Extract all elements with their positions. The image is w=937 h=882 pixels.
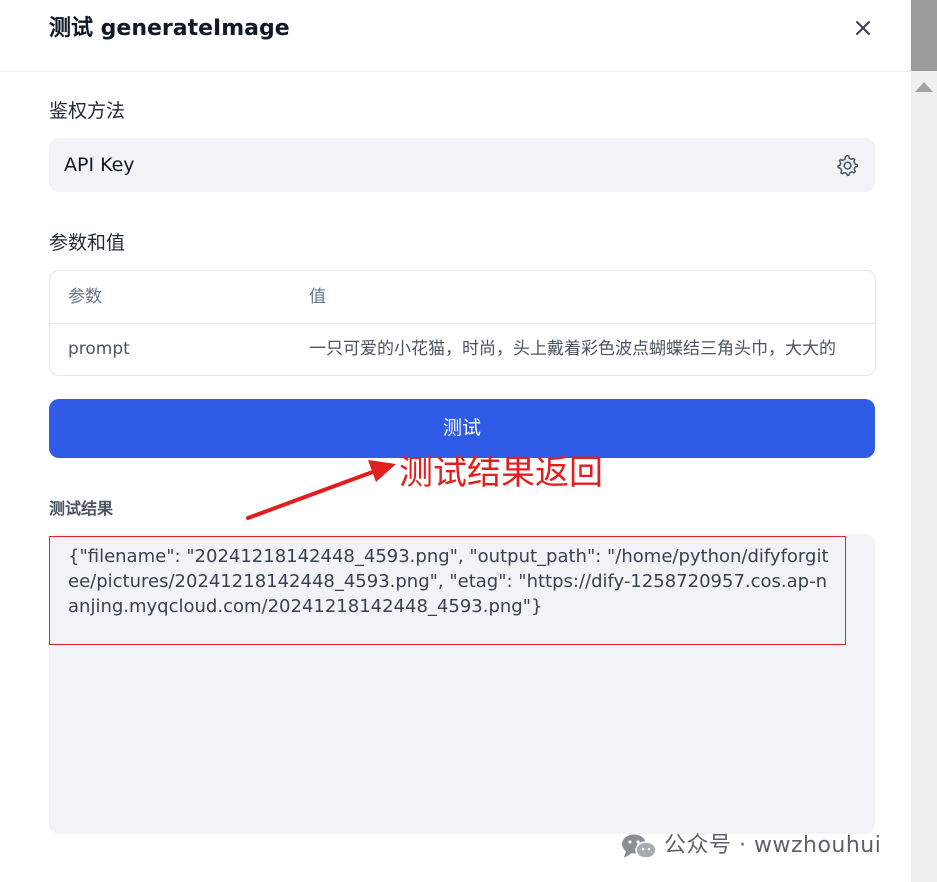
auth-method-value: API Key: [64, 154, 135, 176]
table-row: prompt 一只可爱的小花猫，时尚，头上戴着彩色波点蝴蝶结三角头巾，大大的: [50, 323, 875, 375]
test-button[interactable]: 测试: [49, 399, 875, 458]
annotation-label: 测试结果返回: [399, 453, 603, 493]
gear-icon[interactable]: [835, 153, 859, 177]
scrollbar-overlay: [911, 0, 937, 71]
dialog-title: 测试 generateImage: [49, 16, 290, 41]
auth-method-label: 鉴权方法: [49, 100, 126, 122]
column-header-value: 值: [309, 287, 326, 307]
annotation-highlight-box: [49, 536, 846, 645]
table-header-row: 参数 值: [50, 271, 875, 324]
page-scrollbar[interactable]: [911, 0, 937, 882]
dialog-header: 测试 generateImage: [0, 0, 911, 72]
wechat-icon: [622, 834, 657, 859]
test-dialog: 测试 generateImage 鉴权方法 API Key 参数和值 参数 值 …: [0, 0, 911, 882]
column-header-param: 参数: [68, 287, 102, 307]
param-value[interactable]: 一只可爱的小花猫，时尚，头上戴着彩色波点蝴蝶结三角头巾，大大的: [309, 336, 875, 362]
result-label: 测试结果: [49, 499, 114, 518]
param-name: prompt: [68, 339, 130, 359]
watermark-text: 公众号 · wwzhouhui: [664, 833, 882, 858]
scroll-up-icon[interactable]: [915, 82, 933, 92]
auth-method-select[interactable]: API Key: [49, 138, 875, 192]
close-icon[interactable]: [852, 17, 874, 39]
annotation-arrow: [246, 460, 396, 520]
params-table: 参数 值 prompt 一只可爱的小花猫，时尚，头上戴着彩色波点蝴蝶结三角头巾，…: [49, 270, 876, 376]
params-label: 参数和值: [49, 232, 126, 254]
